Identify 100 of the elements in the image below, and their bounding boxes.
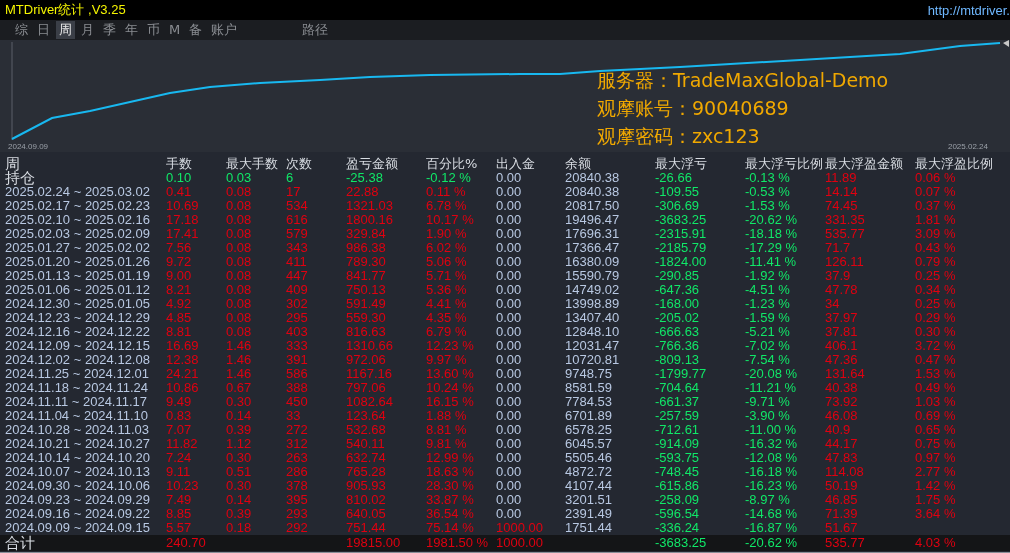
week-range: 2024.09.09 ~ 2024.09.15 <box>5 521 151 535</box>
table-cell-text: 1.46 <box>226 367 253 381</box>
table-cell-text: 0.07 % <box>915 185 957 199</box>
table-cell-text: -1824.00 <box>655 255 708 269</box>
url-link[interactable]: http://mtdriver. <box>927 2 1010 18</box>
table-cell-text: 5.57 <box>166 521 193 535</box>
table-cell-text: 1.42 % <box>915 479 957 493</box>
table-cell-text: 0.08 <box>226 185 253 199</box>
table-cell-text: 0.34 % <box>915 283 957 297</box>
table-cell-text: 9.81 % <box>426 437 468 451</box>
table-cell-text: -1.23 % <box>745 297 791 311</box>
table-cell-text: 0.69 % <box>915 409 957 423</box>
table-cell-text: 391 <box>286 353 309 367</box>
table-cell-text: 11.89 <box>825 171 858 185</box>
week-range: 2024.12.16 ~ 2024.12.22 <box>5 325 151 339</box>
table-cell-text: 447 <box>286 269 309 283</box>
table-cell-text: 10.69 <box>166 199 200 213</box>
table-cell-text: 0.00 <box>496 493 523 507</box>
tab[interactable]: 账户 <box>208 21 241 39</box>
table-cell-text: 8.81 % <box>426 423 468 437</box>
table-cell-text: 3201.51 <box>565 493 613 507</box>
week-range: 2024.11.25 ~ 2024.12.01 <box>5 367 150 381</box>
table-cell-text: 114.08 <box>825 465 865 479</box>
table-cell-text: 986.38 <box>346 241 387 255</box>
week-range: 2024.11.11 ~ 2024.11.17 <box>5 395 149 409</box>
column-header: 余额 <box>565 157 592 172</box>
table-cell-text: 750.13 <box>346 283 387 297</box>
table-cell-text: -661.37 <box>655 395 701 409</box>
table-cell-text: 5.06 % <box>426 255 468 269</box>
table-cell-text: -20.62 % <box>745 535 799 551</box>
table-cell-text: 71.7 <box>825 241 852 255</box>
table-cell-text: 16.69 <box>166 339 200 353</box>
tab[interactable]: 月 <box>78 21 97 39</box>
table-cell-text: 73.92 <box>825 395 859 409</box>
table-cell-text: 0.97 % <box>915 451 957 465</box>
table-cell-text: 302 <box>286 297 309 311</box>
week-range: 2025.01.06 ~ 2025.01.12 <box>5 283 151 297</box>
table-cell-text: 286 <box>286 465 309 479</box>
table-cell-text: 4.35 % <box>426 311 468 325</box>
table-cell-text: 17.18 <box>166 213 200 227</box>
table-cell-text: 17.41 <box>166 227 200 241</box>
table-cell-text: 0.29 % <box>915 311 957 325</box>
table-cell-text: 0.00 <box>496 437 523 451</box>
table-cell-text: 17696.31 <box>565 227 621 241</box>
table-cell-text: -3683.25 <box>655 535 708 551</box>
table-cell-text: 1167.16 <box>346 367 394 381</box>
table-cell-text: 5.36 % <box>426 283 468 297</box>
table-cell-text: 0.00 <box>496 269 523 283</box>
week-range: 2024.10.28 ~ 2024.11.03 <box>5 423 150 437</box>
table-cell-text: -205.02 <box>655 311 701 325</box>
table-cell-text: 18.63 % <box>426 465 475 479</box>
table-cell-text: -2185.79 <box>655 241 708 255</box>
table-cell-text: 0.08 <box>226 297 253 311</box>
table-cell-text: 0.39 <box>226 423 253 437</box>
table-cell-text: 16380.09 <box>565 255 621 269</box>
table-cell-text: -914.09 <box>655 437 701 451</box>
column-header: 出入金 <box>496 157 536 172</box>
tab[interactable]: 周 <box>56 21 75 39</box>
table-cell-text: 0.30 <box>226 451 253 465</box>
table-cell-text: 0.41 <box>166 185 193 199</box>
table-cell-text: 0.00 <box>496 185 523 199</box>
table-cell-text: 17366.47 <box>565 241 621 255</box>
table-cell-text: 0.00 <box>496 227 523 241</box>
table-cell-text: 20840.38 <box>565 185 621 199</box>
column-header: 手数 <box>166 157 193 172</box>
table-cell-text: 14.14 <box>825 185 859 199</box>
table-cell-text: 9.97 % <box>426 353 468 367</box>
table-cell-text: 0.00 <box>496 255 523 269</box>
table-cell-text: 12848.10 <box>565 325 621 339</box>
account-info-text: 观摩密码：zxc123 <box>597 124 760 149</box>
table-cell-text: 0.00 <box>496 199 523 213</box>
table-cell-text: -0.13 % <box>745 171 791 185</box>
table-cell-text: 579 <box>286 227 309 241</box>
table-cell-text: 47.78 <box>825 283 859 297</box>
table-cell-text: 841.77 <box>346 269 387 283</box>
table-cell-text: 0.00 <box>496 367 523 381</box>
table-cell-text: 12.23 % <box>426 339 475 353</box>
table-cell-text: 4.92 <box>166 297 193 311</box>
tab[interactable]: 日 <box>34 21 53 39</box>
tab[interactable]: 综 <box>12 21 31 39</box>
table-cell-text: -258.09 <box>655 493 701 507</box>
table-cell-text: -3.90 % <box>745 409 791 423</box>
table-cell-text: 0.65 % <box>915 423 957 437</box>
table-cell-text: 0.08 <box>226 283 253 297</box>
table-cell-text: -748.45 <box>655 465 701 479</box>
tab[interactable]: 季 <box>100 21 119 39</box>
tab[interactable]: 备 <box>186 21 206 39</box>
tab[interactable]: 年 <box>122 21 141 39</box>
table-cell-text: -336.24 <box>655 521 701 535</box>
tab[interactable]: 币 <box>144 21 163 39</box>
table-cell-text: 1.46 <box>226 353 253 367</box>
table-cell-text: 34 <box>825 297 841 311</box>
table-cell-text: 33 <box>286 409 302 423</box>
table-cell-text: 6578.25 <box>565 423 613 437</box>
table-cell-text: 409 <box>286 283 309 297</box>
table-cell-text: -615.86 <box>655 479 701 493</box>
table-cell-text: -766.36 <box>655 339 701 353</box>
tab[interactable]: M <box>166 21 184 39</box>
table-cell-text: 388 <box>286 381 309 395</box>
tab[interactable]: 路径 <box>299 21 332 39</box>
